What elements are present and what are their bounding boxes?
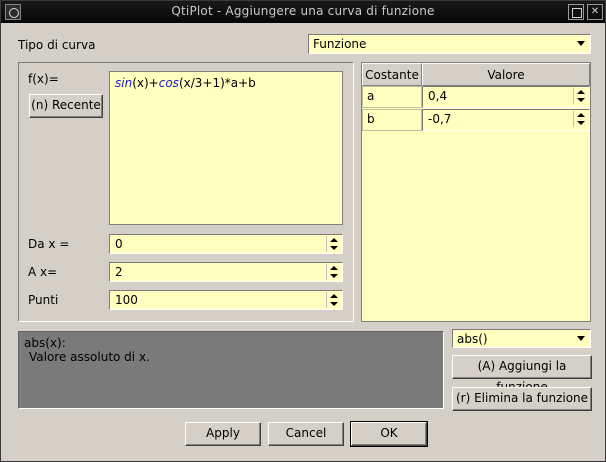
points-label: Punti — [28, 293, 59, 307]
column-header-constant[interactable]: Costante — [362, 63, 422, 86]
function-editor[interactable]: sin(x)+cos(x/3+1)*a+b — [109, 71, 343, 225]
function-list-combo[interactable]: abs() — [452, 329, 591, 348]
to-x-value: 2 — [115, 265, 123, 279]
function-list-value: abs() — [457, 332, 488, 346]
restore-icon[interactable] — [568, 4, 584, 20]
function-help-box: abs(x): Valore assoluto di x. — [18, 331, 444, 409]
ok-button[interactable]: OK — [350, 421, 428, 447]
close-icon[interactable]: ✕ — [587, 4, 603, 20]
spin-arrows-icon[interactable] — [573, 88, 587, 104]
remove-function-button[interactable]: (r) Elimina la funzione — [452, 387, 592, 411]
title-bar[interactable]: QtiPlot - Aggiungere una curva di funzio… — [1, 1, 605, 23]
from-x-value: 0 — [115, 237, 123, 251]
curve-type-label: Tipo di curva — [18, 38, 96, 52]
column-header-value[interactable]: Valore — [422, 63, 590, 86]
constant-value-a-text: 0,4 — [428, 89, 448, 103]
curve-type-combo[interactable]: Funzione — [308, 34, 591, 54]
expr-sin: sin — [115, 76, 133, 90]
from-x-spinbox[interactable]: 0 — [109, 234, 343, 254]
constant-value-b[interactable]: -0,7 — [422, 109, 590, 131]
constant-value-b-text: -0,7 — [428, 112, 452, 126]
chevron-down-icon[interactable] — [576, 39, 587, 48]
help-text: Valore assoluto di x. — [29, 350, 150, 364]
window-title: QtiPlot - Aggiungere una curva di funzio… — [171, 4, 435, 18]
recent-button[interactable]: (n) Recente — [29, 94, 103, 118]
from-x-label: Da x = — [28, 237, 70, 251]
expr-part-2: (x/3+1)*a+b — [178, 76, 256, 90]
cancel-button[interactable]: Cancel — [268, 422, 344, 446]
dialog-window: QtiPlot - Aggiungere una curva di funzio… — [0, 0, 606, 462]
spin-arrows-icon[interactable] — [573, 111, 587, 127]
function-label: f(x)= — [28, 72, 59, 86]
to-x-spinbox[interactable]: 2 — [109, 262, 343, 282]
expr-cos: cos — [158, 76, 179, 90]
chevron-down-icon[interactable] — [576, 334, 587, 343]
spin-arrows-icon[interactable] — [326, 292, 340, 308]
constant-name-b: b — [362, 109, 422, 131]
help-title: abs(x): — [24, 336, 66, 350]
to-x-label: A x= — [28, 265, 58, 279]
constant-name-a: a — [362, 86, 422, 108]
add-function-button[interactable]: (A) Aggiungi la funzione — [452, 355, 592, 394]
spin-arrows-icon[interactable] — [326, 236, 340, 252]
points-spinbox[interactable]: 100 — [109, 290, 343, 310]
spin-arrows-icon[interactable] — [326, 264, 340, 280]
curve-type-value: Funzione — [313, 37, 367, 51]
expr-part-1: (x)+ — [132, 76, 159, 90]
constant-value-a[interactable]: 0,4 — [422, 86, 590, 108]
apply-button[interactable]: Apply — [185, 422, 261, 446]
points-value: 100 — [115, 293, 138, 307]
